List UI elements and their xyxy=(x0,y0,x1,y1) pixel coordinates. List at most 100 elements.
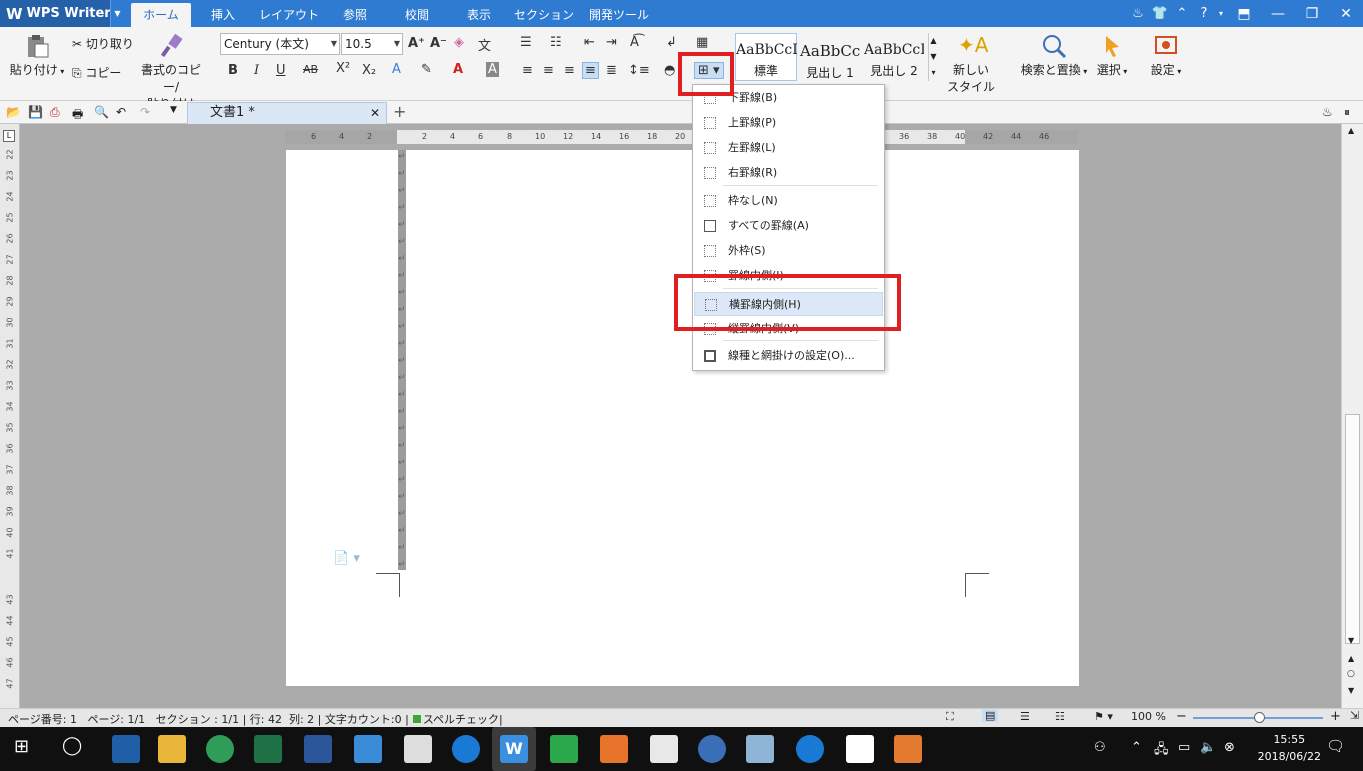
tab-insert[interactable]: 挿入 xyxy=(198,0,248,27)
status-char-count[interactable]: 文字カウント:0 xyxy=(325,713,402,726)
border-menu-item-left[interactable]: 左罫線(L) xyxy=(694,136,883,160)
text-effect-icon[interactable]: A xyxy=(392,62,401,77)
new-style-button[interactable]: ✦A 新しい スタイル ▾ xyxy=(944,33,998,109)
restore-window-button[interactable]: ❐ xyxy=(1295,6,1329,22)
tab-review[interactable]: 校閲 xyxy=(392,0,442,27)
style-normal[interactable]: AaBbCcI 標準 xyxy=(735,33,798,81)
word-icon[interactable] xyxy=(304,735,332,763)
next-page-icon[interactable]: ▼ xyxy=(1348,686,1354,695)
paste-options-icon[interactable]: 📄 ▾ xyxy=(333,551,360,566)
chrome-icon[interactable] xyxy=(206,735,234,763)
tab-home[interactable]: ホーム xyxy=(131,3,191,30)
paste-button[interactable]: 貼り付け ▾ xyxy=(8,33,66,78)
volume-icon[interactable]: 🔈 xyxy=(1200,740,1216,755)
align-center-icon[interactable]: ≡ xyxy=(543,63,554,78)
browse-object-icon[interactable]: ○ xyxy=(1347,669,1355,679)
justify-icon[interactable]: ≡ xyxy=(582,62,599,79)
numbering-icon[interactable]: ☷ xyxy=(550,35,562,50)
bold-icon[interactable]: B xyxy=(228,63,238,78)
status-spellcheck[interactable]: スペルチェック xyxy=(423,713,499,726)
font-name-combo[interactable]: Century (本文) ▼ xyxy=(220,33,340,55)
scroll-thumb[interactable] xyxy=(1345,414,1360,644)
align-left-icon[interactable]: ≡ xyxy=(522,63,533,78)
fullscreen-view-icon[interactable]: ⛶ xyxy=(946,710,954,724)
save-icon[interactable]: 💾 xyxy=(28,105,43,119)
border-menu-item-borders-shading-settings[interactable]: 線種と網掛けの設定(O)... xyxy=(694,344,883,368)
reading-mode-icon[interactable]: ⚑ ▾ xyxy=(1094,710,1113,723)
border-menu-item-right[interactable]: 右罫線(R) xyxy=(694,161,883,185)
increase-indent-icon[interactable]: ⇥ xyxy=(606,35,617,50)
chevron-down-icon[interactable]: ▼ xyxy=(110,0,124,27)
restore-tab-icon[interactable]: ⬒ xyxy=(1227,6,1261,22)
align-right-icon[interactable]: ≡ xyxy=(564,63,575,78)
media-player-icon[interactable] xyxy=(894,735,922,763)
document-app-icon[interactable] xyxy=(746,735,774,763)
wps-writer-taskbar-button[interactable]: W xyxy=(492,727,536,771)
border-menu-item-outside[interactable]: 外枠(S) xyxy=(694,239,883,263)
skin-icon[interactable]: ♨ xyxy=(1322,105,1333,119)
thunderbird-icon[interactable] xyxy=(698,735,726,763)
minimize-ribbon-icon[interactable]: ⌃ xyxy=(1171,6,1193,21)
skin-icon[interactable]: ♨ xyxy=(1127,6,1149,21)
people-icon[interactable]: ⚇ xyxy=(1094,740,1106,755)
style-heading1[interactable]: AaBbCc 見出し 1 xyxy=(799,33,861,81)
scroll-down-icon[interactable]: ▼ xyxy=(1348,636,1354,645)
phonetic-guide-icon[interactable]: 文 xyxy=(478,35,491,54)
tab-layout[interactable]: レイアウト xyxy=(256,0,322,27)
print-icon[interactable]: 🖶 xyxy=(72,105,83,126)
style-heading2[interactable]: AaBbCcD 見出し 2 xyxy=(863,33,925,81)
decrease-indent-icon[interactable]: ⇤ xyxy=(584,35,595,50)
grow-font-icon[interactable]: A⁺ xyxy=(408,36,425,51)
outlook-app-icon[interactable] xyxy=(112,735,140,763)
subscript-icon[interactable]: X₂ xyxy=(362,63,376,78)
highlight-icon[interactable]: ✎ xyxy=(421,62,432,77)
contacts-app-icon[interactable] xyxy=(354,735,382,763)
zoom-in-icon[interactable]: + xyxy=(1330,709,1341,724)
zoom-level[interactable]: 100 % xyxy=(1131,710,1166,723)
windows-start-icon[interactable]: ⊞ xyxy=(14,736,29,757)
open-folder-icon[interactable]: 📂 xyxy=(6,105,21,119)
tab-references[interactable]: 参照 xyxy=(330,0,380,27)
char-shading-icon[interactable]: A xyxy=(486,62,499,77)
vertical-scrollbar[interactable]: ▲ ▼ ▲ ○ ▼ xyxy=(1341,124,1363,708)
tab-section[interactable]: セクション xyxy=(512,0,576,27)
edge-icon[interactable] xyxy=(452,735,480,763)
underline-icon[interactable]: U xyxy=(276,63,286,78)
help-dropdown-icon[interactable]: ▾ xyxy=(1215,9,1227,18)
italic-icon[interactable]: I xyxy=(254,63,259,78)
zoom-out-icon[interactable]: − xyxy=(1176,709,1187,724)
web-layout-view-icon[interactable]: ☰ xyxy=(1020,710,1030,723)
file-explorer-icon[interactable] xyxy=(158,735,186,763)
table-icon[interactable]: ▦ xyxy=(696,35,708,50)
new-tab-icon[interactable]: + xyxy=(393,102,406,121)
strikethrough-icon[interactable]: AB xyxy=(303,63,318,76)
minimize-window-button[interactable]: — xyxy=(1261,6,1295,22)
prev-page-icon[interactable]: ▲ xyxy=(1348,654,1354,663)
settings-button[interactable]: 設定 ▾ xyxy=(1146,33,1186,78)
battery-icon[interactable]: ▭ xyxy=(1178,740,1190,755)
outline-view-icon[interactable]: ☷ xyxy=(1055,710,1065,723)
customize-toolbar-icon[interactable]: ▼ xyxy=(170,105,177,115)
show-marks-icon[interactable]: ↲ xyxy=(666,35,677,50)
document-tab[interactable]: 文書1 * ✕ xyxy=(187,102,387,124)
zoom-slider-handle[interactable] xyxy=(1254,712,1265,723)
expand-icon[interactable]: ⇲ xyxy=(1350,709,1359,722)
close-icon[interactable]: ✕ xyxy=(370,103,380,123)
app-menu-button[interactable]: W WPS Writer ▼ xyxy=(0,0,124,27)
redo-icon[interactable]: ↷ xyxy=(140,105,150,119)
styles-scroll[interactable]: ▲ ▼ ▾ xyxy=(928,33,938,81)
undo-icon[interactable]: ↶ xyxy=(116,105,126,119)
shirt-icon[interactable]: 👕 xyxy=(1149,6,1171,21)
superscript-icon[interactable]: X² xyxy=(336,61,350,76)
scroll-up-icon[interactable]: ▲ xyxy=(1348,126,1354,135)
paragraph-shading-icon[interactable]: ◓ xyxy=(664,63,675,78)
excel-icon[interactable] xyxy=(254,735,282,763)
close-window-button[interactable]: ✕ xyxy=(1329,6,1363,22)
wps-presentation-icon[interactable] xyxy=(600,735,628,763)
action-center-icon[interactable]: 🗨 xyxy=(1326,737,1345,755)
internet-explorer-icon[interactable] xyxy=(796,735,824,763)
border-menu-item-all[interactable]: すべての罫線(A) xyxy=(694,214,883,238)
help-icon[interactable]: ? xyxy=(1193,6,1215,21)
print-layout-view-icon[interactable]: ▤ xyxy=(982,709,999,722)
tray-expand-icon[interactable]: ⌃ xyxy=(1131,740,1142,755)
